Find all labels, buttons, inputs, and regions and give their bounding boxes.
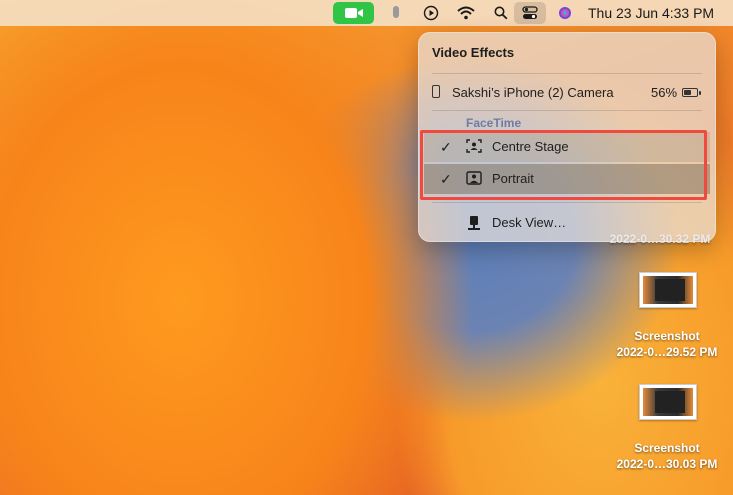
thumbnail-window [655,279,685,301]
thumbnail-image [643,276,693,304]
option-desk-view[interactable]: Desk View… [424,208,710,238]
screenshot-thumbnail [639,384,697,420]
battery-nub [699,91,701,95]
facetime-video-icon[interactable] [333,2,374,24]
desktop-file-screenshot-2[interactable]: Screenshot 2022-0…30.03 PM [607,384,727,474]
control-center-icon[interactable] [514,2,546,24]
file-name: Screenshot [634,329,700,343]
divider [432,73,702,74]
annotation-highlight-box [420,130,707,200]
divider [432,202,702,203]
camera-row: Sakshi’s iPhone (2) Camera 56% [432,84,704,104]
desk-view-icon [466,215,482,230]
divider [432,110,702,111]
siri-icon[interactable] [556,0,574,26]
battery-icon [682,88,698,97]
section-label-facetime: FaceTime [466,116,522,130]
option-label: Desk View… [492,215,567,230]
microphone-icon[interactable] [388,0,404,26]
iphone-icon [432,85,440,98]
menubar-clock[interactable]: Thu 23 Jun 4:33 PM [588,5,714,21]
thumbnail-window [655,391,685,413]
desktop-file-screenshot-1[interactable]: Screenshot 2022-0…29.52 PM [607,272,727,362]
battery-fill [684,90,691,95]
file-name: Screenshot [634,441,700,455]
camera-label: Sakshi’s iPhone (2) Camera [452,85,614,100]
screenshot-thumbnail [639,272,697,308]
menu-bar: Thu 23 Jun 4:33 PM [0,0,733,26]
search-icon[interactable] [492,0,510,26]
thumbnail-image [643,388,693,416]
file-detail: 2022-0…30.03 PM [616,457,718,471]
panel-title: Video Effects [432,45,515,60]
wifi-icon[interactable] [455,0,477,26]
file-detail: 2022-0…29.52 PM [616,345,718,359]
play-circle-icon[interactable] [421,0,441,26]
battery-percent: 56% [651,85,678,100]
